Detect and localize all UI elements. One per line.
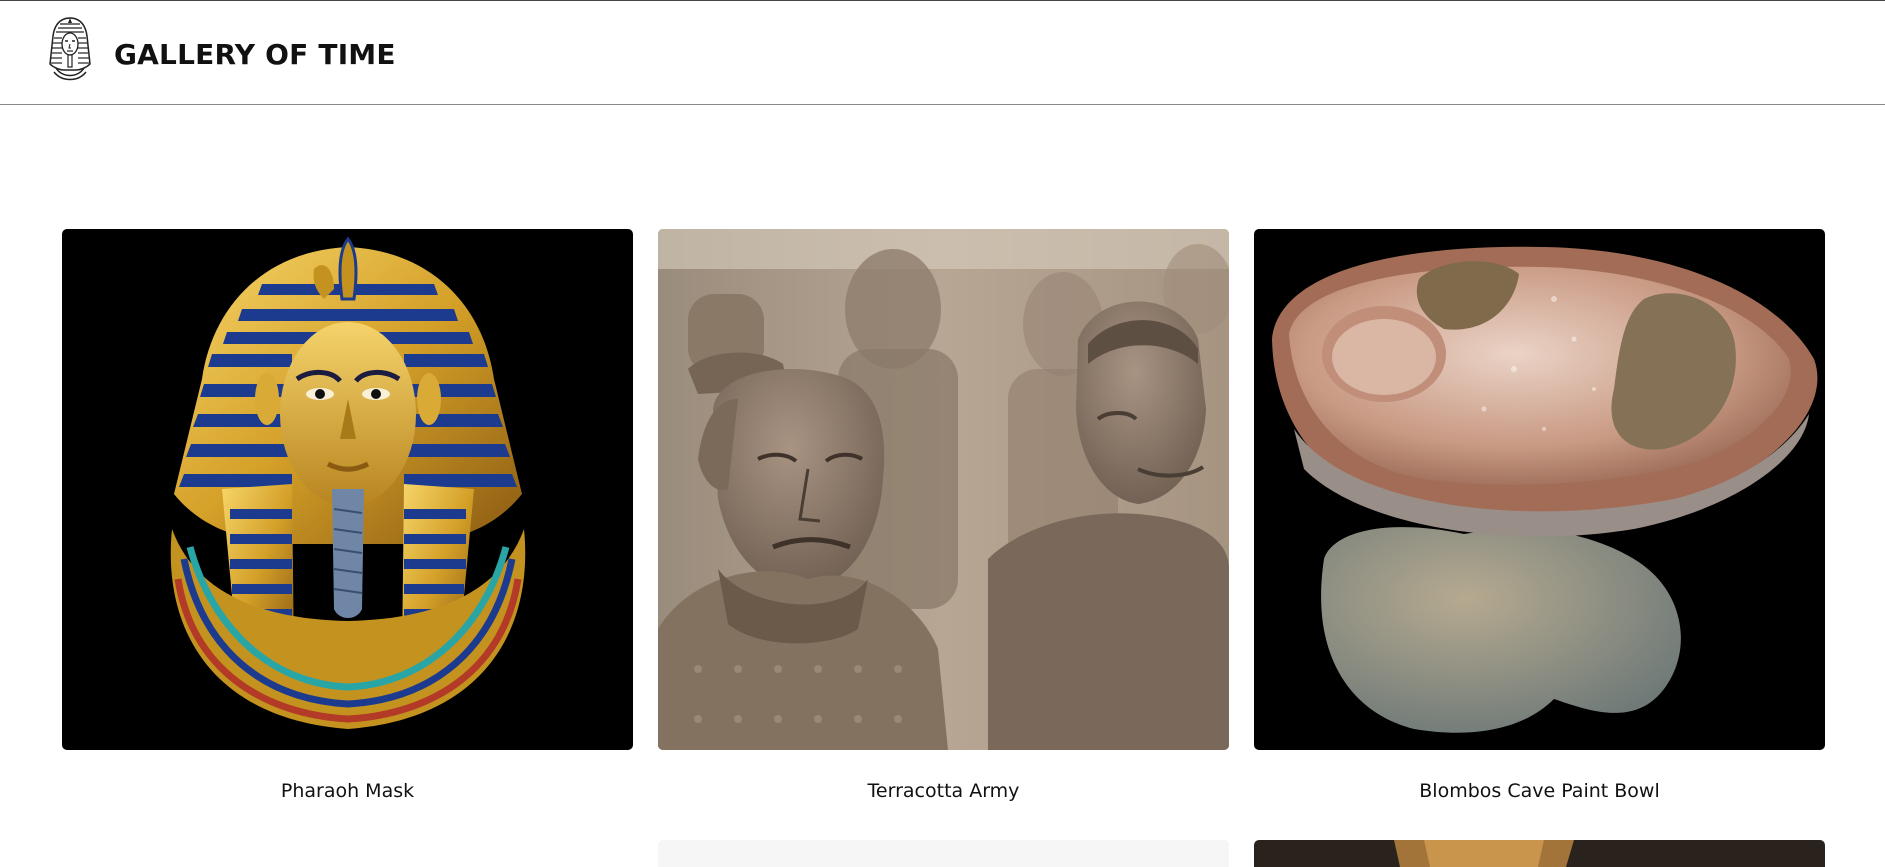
gallery-card-partial-2[interactable] xyxy=(658,840,1229,867)
gallery-card-partial-3[interactable] xyxy=(1254,840,1825,867)
gallery-card-blombos-cave-paint-bowl[interactable]: Blombos Cave Paint Bowl xyxy=(1254,229,1825,802)
terracotta-army-image[interactable] xyxy=(658,229,1229,750)
gallery-item-title[interactable]: Blombos Cave Paint Bowl xyxy=(1254,780,1825,802)
blombos-bowl-image[interactable] xyxy=(1254,229,1825,750)
gallery-item-title[interactable]: Pharaoh Mask xyxy=(62,780,633,802)
gallery-card-pharaoh-mask[interactable]: Pharaoh Mask xyxy=(62,229,633,802)
terracotta-army-illustration xyxy=(658,229,1229,750)
gallery-grid: Pharaoh Mask Terracotta Army Blombos Cav… xyxy=(0,0,1885,867)
gallery-item-title[interactable]: Terracotta Army xyxy=(658,780,1229,802)
pharaoh-mask-illustration xyxy=(170,236,526,729)
gallery-card-terracotta-army[interactable]: Terracotta Army xyxy=(658,229,1229,802)
partial-artifact-image xyxy=(1394,840,1574,867)
blombos-bowl-illustration xyxy=(1272,246,1818,733)
pharaoh-mask-image[interactable] xyxy=(62,229,633,750)
